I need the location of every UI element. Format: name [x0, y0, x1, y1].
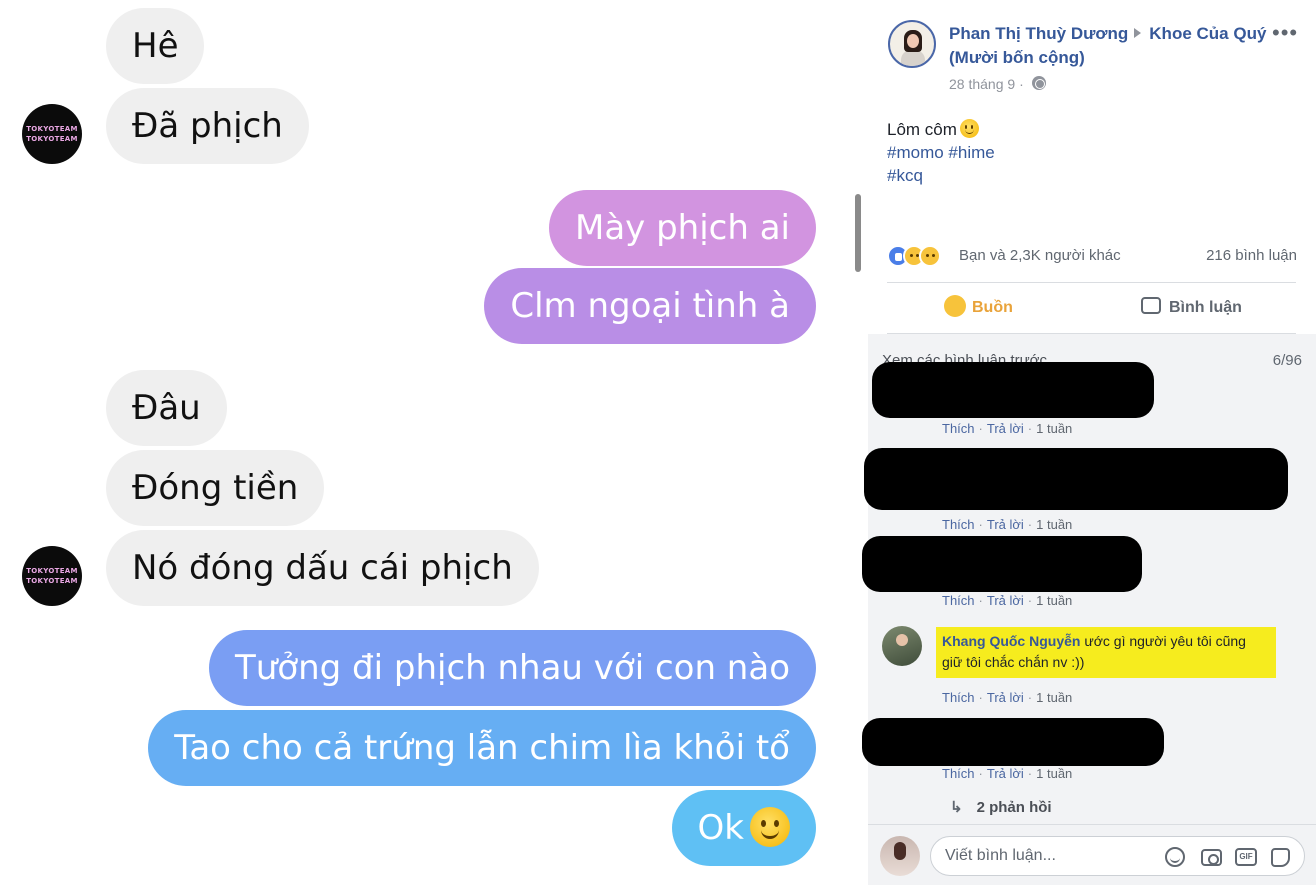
more-options-icon[interactable]: ••• — [1272, 20, 1298, 46]
reply-link[interactable]: Trả lời — [987, 766, 1024, 781]
facebook-post-panel: Phan Thị Thuỳ Dương Khoe Của Quý (Mười bố… — [862, 0, 1316, 885]
comment-label: Bình luận — [1169, 299, 1242, 316]
comment-time[interactable]: 1 tuần — [1036, 421, 1072, 436]
commenter-avatar[interactable] — [882, 626, 922, 666]
message-incoming: Nó đóng dấu cái phịch — [106, 530, 539, 606]
dot-separator: · — [1019, 76, 1024, 92]
sad-reaction-icon — [919, 245, 941, 267]
message-incoming: Đóng tiền — [106, 450, 325, 526]
comment-actions: Thích · Trả lời · 1 tuần — [942, 593, 1073, 608]
like-link[interactable]: Thích — [942, 690, 975, 705]
smiley-emoji-icon — [959, 119, 979, 139]
post-date-link[interactable]: 28 tháng 9 — [949, 76, 1015, 92]
avatar-logo-text: TOKYOTEAM — [26, 125, 78, 133]
avatar-logo-text: TOKYOTEAM — [26, 567, 78, 575]
sad-reaction-button[interactable]: Buồn — [944, 294, 1013, 320]
gif-icon[interactable]: GIF — [1235, 848, 1257, 866]
reply-link[interactable]: Trả lời — [987, 690, 1024, 705]
post-date: 28 tháng 9 · — [949, 76, 1046, 92]
message-text: Ok — [697, 808, 744, 848]
comment-button[interactable]: Bình luận — [1141, 296, 1242, 320]
divider — [887, 282, 1296, 283]
sticker-icon[interactable] — [1271, 848, 1290, 867]
comment-time[interactable]: 1 tuần — [1036, 517, 1072, 532]
comments-section: Xem các bình luận trước 6/96 Thích · Trả l… — [862, 334, 1316, 824]
message-outgoing: Tao cho cả trứng lẫn chim lìa khỏi tổ — [148, 710, 816, 786]
chat-conversation: Hê Đã phịch TOKYOTEAM TOKYOTEAM Mày phịc… — [0, 0, 868, 885]
redacted-comment — [864, 448, 1288, 510]
comment-actions: Thích · Trả lời · 1 tuần — [942, 690, 1073, 705]
redacted-comment — [862, 718, 1164, 766]
hashtags[interactable]: #momo #hime — [887, 141, 995, 164]
sad-reaction-label: Buồn — [972, 299, 1013, 316]
message-incoming: Đã phịch — [106, 88, 309, 164]
redacted-comment — [862, 536, 1142, 592]
reply-link[interactable]: Trả lời — [987, 593, 1024, 608]
post-header: Phan Thị Thuỳ Dương Khoe Của Quý (Mười bố… — [949, 22, 1269, 70]
avatar-logo-text: TOKYOTEAM — [26, 135, 78, 143]
redacted-comment — [872, 362, 1154, 418]
reaction-icons[interactable] — [887, 245, 959, 267]
reply-arrow-icon: ↳ — [950, 799, 963, 816]
comment-bubble-icon — [1141, 297, 1161, 315]
like-link[interactable]: Thích — [942, 421, 975, 436]
view-replies-link[interactable]: ↳ 2 phản hồi — [950, 798, 1052, 816]
group-privacy-icon — [1031, 76, 1046, 91]
like-link[interactable]: Thích — [942, 766, 975, 781]
post-text: Lôm côm — [887, 120, 957, 139]
hashtags[interactable]: #kcq — [887, 164, 995, 187]
comment-input-box[interactable]: GIF — [930, 836, 1305, 876]
comment-time[interactable]: 1 tuần — [1036, 690, 1072, 705]
contact-avatar[interactable]: TOKYOTEAM TOKYOTEAM — [22, 104, 82, 164]
author-avatar[interactable] — [888, 20, 936, 68]
like-link[interactable]: Thích — [942, 593, 975, 608]
comment-input[interactable] — [945, 837, 1145, 875]
message-outgoing: Mày phịch ai — [548, 190, 816, 266]
message-outgoing: Clm ngoại tình à — [484, 268, 816, 344]
message-incoming: Hê — [106, 8, 205, 84]
comment-actions: Thích · Trả lời · 1 tuần — [942, 766, 1073, 781]
message-outgoing: Tưởng đi phịch nhau với con nào — [208, 630, 816, 706]
like-link[interactable]: Thích — [942, 517, 975, 532]
triangle-arrow-icon — [1134, 27, 1142, 38]
reply-link[interactable]: Trả lời — [987, 517, 1024, 532]
commenter-name-link[interactable]: Khang Quốc Nguyễn — [942, 633, 1080, 649]
sad-face-icon — [944, 294, 966, 317]
comment-actions: Thích · Trả lời · 1 tuần — [942, 421, 1073, 436]
comments-count[interactable]: 216 bình luận — [1206, 247, 1297, 264]
author-name-link[interactable]: Phan Thị Thuỳ Dương — [949, 24, 1128, 43]
chat-scrollbar[interactable] — [855, 194, 861, 272]
replies-label: 2 phản hồi — [976, 799, 1052, 816]
comment-time[interactable]: 1 tuần — [1036, 593, 1072, 608]
message-outgoing: Ok — [671, 790, 816, 866]
comment-actions: Thích · Trả lời · 1 tuần — [942, 517, 1073, 532]
highlighted-comment: Khang Quốc Nguyễn ước gì người yêu tôi c… — [936, 627, 1276, 678]
post-content: Lôm côm #momo #hime #kcq — [887, 118, 995, 187]
comments-position: 6/96 — [1272, 352, 1302, 369]
message-incoming: Đâu — [106, 370, 227, 446]
current-user-avatar[interactable] — [880, 836, 920, 876]
avatar-logo-text: TOKYOTEAM — [26, 577, 78, 585]
camera-icon[interactable] — [1201, 849, 1222, 866]
contact-avatar[interactable]: TOKYOTEAM TOKYOTEAM — [22, 546, 82, 606]
reactions-summary[interactable]: Bạn và 2,3K người khác — [959, 247, 1121, 264]
comment-time[interactable]: 1 tuần — [1036, 766, 1072, 781]
emoji-icon[interactable] — [1165, 847, 1185, 867]
reply-link[interactable]: Trả lời — [987, 421, 1024, 436]
comment-composer: GIF — [868, 824, 1316, 885]
smiley-emoji-icon — [750, 806, 790, 847]
